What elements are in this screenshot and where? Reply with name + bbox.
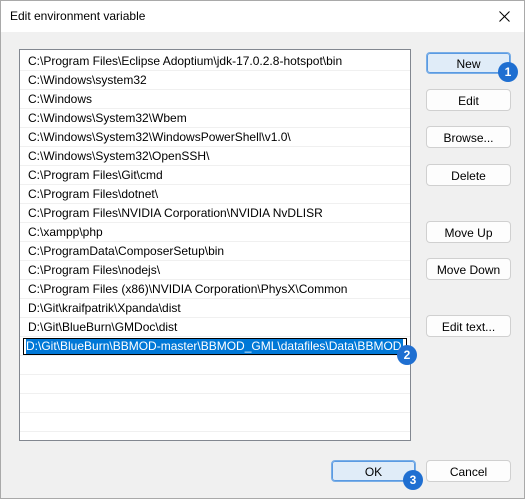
list-item-empty — [20, 356, 410, 375]
list-item-text: C:\Windows — [28, 92, 93, 106]
list-item[interactable]: C:\Program Files\NVIDIA Corporation\NVID… — [20, 204, 410, 223]
list-item-text: C:\xampp\php — [28, 225, 103, 239]
list-item[interactable]: C:\Program Files\Eclipse Adoptium\jdk-17… — [20, 52, 410, 71]
list-item[interactable]: C:\Program Files (x86)\NVIDIA Corporatio… — [20, 280, 410, 299]
list-item-text: C:\Windows\System32\WindowsPowerShell\v1… — [28, 130, 291, 144]
list-item[interactable]: C:\Windows — [20, 90, 410, 109]
list-item-empty — [20, 394, 410, 413]
list-item[interactable]: C:\Windows\System32\OpenSSH\ — [20, 147, 410, 166]
list-item[interactable]: C:\Program Files\dotnet\ — [20, 185, 410, 204]
list-item-text: D:\Git\BlueBurn\GMDoc\dist — [28, 320, 178, 334]
list-item-empty — [20, 413, 410, 432]
list-item[interactable]: C:\Windows\System32\WindowsPowerShell\v1… — [20, 128, 410, 147]
list-item[interactable]: D:\Git\kraifpatrik\Xpanda\dist — [20, 299, 410, 318]
list-item-text: C:\Program Files\dotnet\ — [28, 187, 159, 201]
list-item-text: C:\Windows\System32\OpenSSH\ — [28, 149, 210, 163]
close-icon — [499, 11, 510, 22]
list-item-text: C:\ProgramData\ComposerSetup\bin — [28, 244, 225, 258]
delete-button[interactable]: Delete — [426, 164, 511, 186]
path-edit-field[interactable]: D:\Git\BlueBurn\BBMOD-master\BBMOD_GML\d… — [23, 338, 407, 355]
browse-button[interactable]: Browse... — [426, 126, 511, 148]
close-button[interactable] — [486, 1, 524, 32]
list-item-text: C:\Program Files\nodejs\ — [28, 263, 161, 277]
list-item[interactable]: C:\Program Files\Git\cmd — [20, 166, 410, 185]
step-badge-3: 3 — [403, 470, 423, 490]
list-item[interactable]: C:\Program Files\nodejs\ — [20, 261, 410, 280]
list-item[interactable]: D:\Git\BlueBurn\GMDoc\dist — [20, 318, 410, 337]
list-item-empty — [20, 375, 410, 394]
title-bar: Edit environment variable — [1, 1, 524, 32]
edit-text-button[interactable]: Edit text... — [426, 315, 511, 337]
edit-button[interactable]: Edit — [426, 89, 511, 111]
move-up-button[interactable]: Move Up — [426, 221, 511, 243]
list-item[interactable]: C:\Windows\System32\Wbem — [20, 109, 410, 128]
list-item[interactable]: C:\ProgramData\ComposerSetup\bin — [20, 242, 410, 261]
list-item[interactable]: C:\Windows\system32 — [20, 71, 410, 90]
list-item-text: C:\Program Files\Eclipse Adoptium\jdk-17… — [28, 54, 343, 68]
list-item-text: C:\Windows\system32 — [28, 73, 147, 87]
list-item-editing[interactable]: D:\Git\BlueBurn\BBMOD-master\BBMOD_GML\d… — [20, 337, 410, 356]
step-badge-2: 2 — [397, 345, 417, 365]
list-item-text: C:\Program Files (x86)\NVIDIA Corporatio… — [28, 282, 348, 296]
list-item-text: C:\Windows\System32\Wbem — [28, 111, 187, 125]
cancel-button[interactable]: Cancel — [426, 460, 511, 482]
path-list[interactable]: C:\Program Files\Eclipse Adoptium\jdk-17… — [19, 49, 411, 441]
window-title: Edit environment variable — [10, 9, 146, 23]
step-badge-1: 1 — [498, 62, 518, 82]
list-item-text: D:\Git\kraifpatrik\Xpanda\dist — [28, 301, 181, 315]
list-item-text: C:\Program Files\NVIDIA Corporation\NVID… — [28, 206, 323, 220]
path-edit-field-text: D:\Git\BlueBurn\BBMOD-master\BBMOD_GML\d… — [26, 339, 404, 354]
list-item[interactable]: C:\xampp\php — [20, 223, 410, 242]
edit-environment-variable-dialog: Edit environment variable C:\Program Fil… — [0, 0, 525, 499]
move-down-button[interactable]: Move Down — [426, 258, 511, 280]
list-item-text: C:\Program Files\Git\cmd — [28, 168, 163, 182]
